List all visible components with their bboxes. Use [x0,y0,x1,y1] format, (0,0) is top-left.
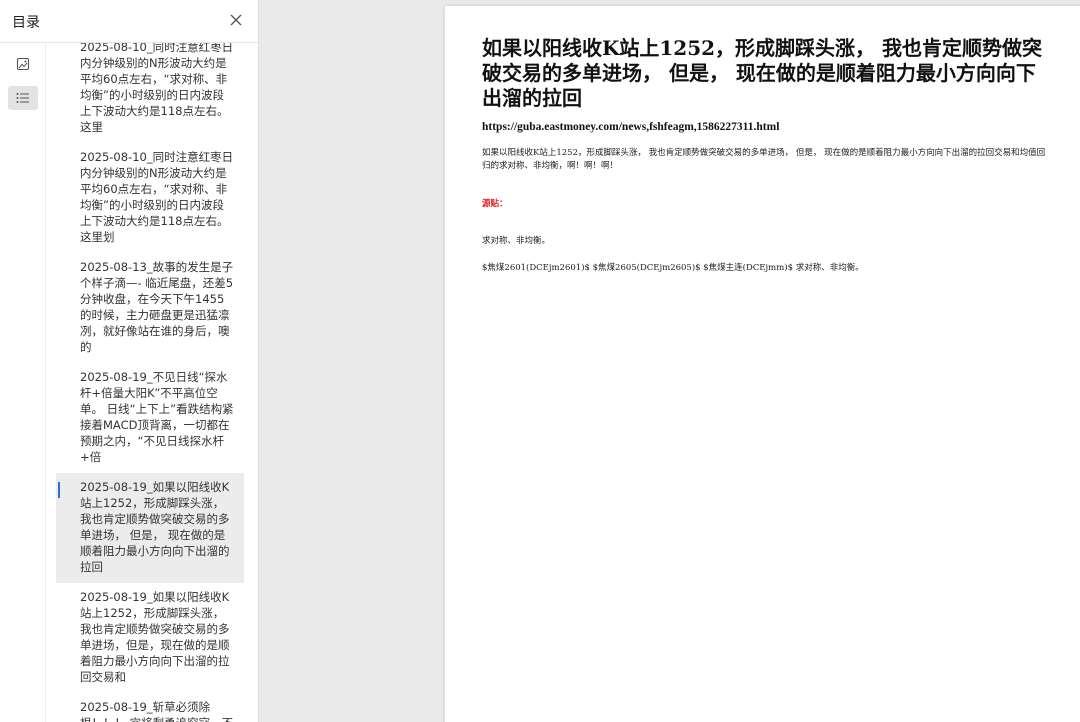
toc-list: 2025-08-10_同时注意红枣日内分钟级别的N形波动大约是平均60点左右，“… [46,43,258,722]
toc-item[interactable]: 2025-08-10_同时注意红枣日内分钟级别的N形波动大约是平均60点左右，“… [56,143,244,253]
view-rail [0,43,46,722]
document-page: 如果以阳线收K站上1252，形成脚踩头涨， 我也肯定顺势做突破交易的多单进场， … [445,6,1080,722]
list-icon [16,93,29,103]
document-viewer[interactable]: 如果以阳线收K站上1252，形成脚踩头涨， 我也肯定顺势做突破交易的多单进场， … [259,0,1080,722]
toc-item[interactable]: 2025-08-10_同时注意红枣日内分钟级别的N形波动大约是平均60点左右，“… [56,43,244,143]
toc-item[interactable]: 2025-08-19_斩草必须除根！！！ 宜将剩勇追穷寇，不可沽名学霸王。 天若… [56,693,244,722]
outline-sidebar: 目录 2025-08-10_同时注意红枣日内分钟级别的N形波动大约是平均60点左… [0,0,259,722]
source-label: 源贴： [482,199,508,209]
body-paragraph: 如果以阳线收K站上1252，形成脚踩头涨， 我也肯定顺势做突破交易的多单进场， … [482,148,1046,171]
toc-item[interactable]: 2025-08-19_不见日线“探水杆+倍量大阳K”不平高位空单。 日线“上下上… [56,363,244,473]
toc-item[interactable]: 2025-08-19_如果以阳线收K站上1252，形成脚踩头涨， 我也肯定顺势做… [56,473,244,583]
sidebar-header: 目录 [0,0,258,43]
thumbnail-view-button[interactable] [8,52,38,76]
body-line-2: $焦煤2601(DCEjm2601)$ $焦煤2605(DCEjm2605)$ … [482,263,864,273]
source-url[interactable]: https://guba.eastmoney.com/news,fshfeagm… [482,121,779,133]
body-line-1: 求对称、非均衡。 [482,236,551,246]
close-icon [230,14,242,26]
toc-item[interactable]: 2025-08-19_如果以阳线收K站上1252，形成脚踩头涨，我也肯定顺势做突… [56,583,244,693]
image-icon [16,57,30,71]
document-title: 如果以阳线收K站上1252，形成脚踩头涨， 我也肯定顺势做突破交易的多单进场， … [482,36,1043,110]
sidebar-title: 目录 [12,15,40,31]
outline-view-button[interactable] [8,86,38,110]
toc-item[interactable]: 2025-08-13_故事的发生是子个样子滴—- 临近尾盘，还差5分钟收盘，在今… [56,253,244,363]
close-sidebar-button[interactable] [229,12,245,28]
